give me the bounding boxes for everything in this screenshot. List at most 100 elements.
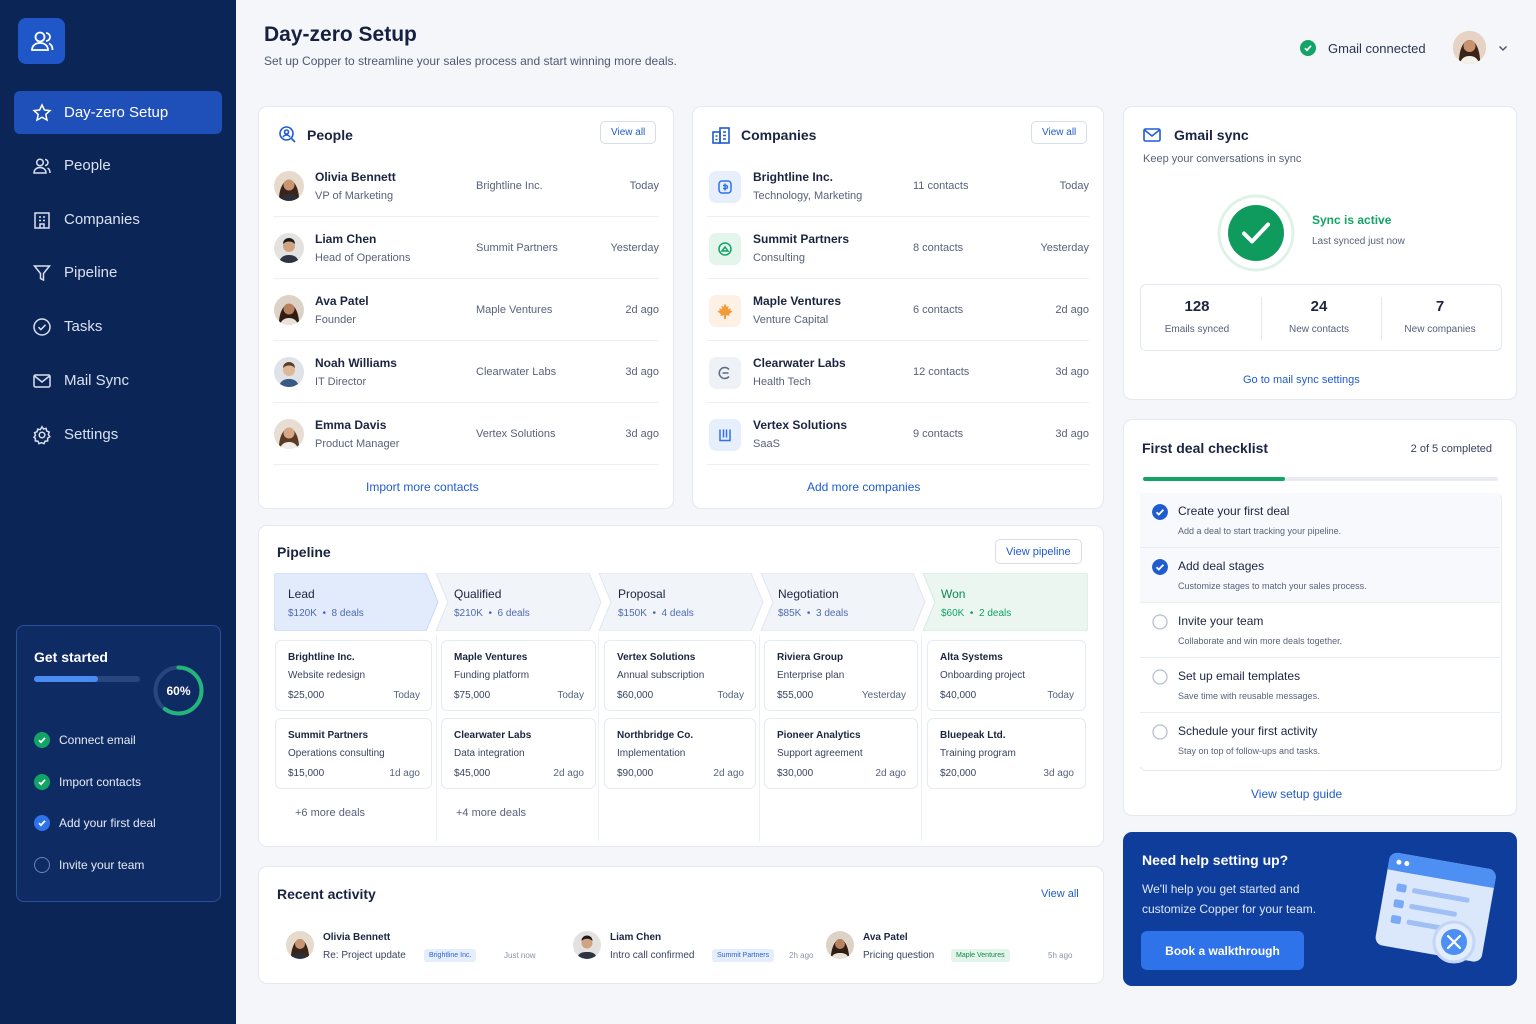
import-more-contacts-link[interactable]: Import more contacts [366,480,479,494]
deal-card[interactable]: Maple Ventures Funding platform $75,000 Tod… [441,640,596,711]
stage-negotiation[interactable]: Negotiation $85K • 3 deals [764,573,914,631]
deal-card[interactable]: Pioneer Analytics Support agreement $30,00… [764,718,918,789]
empty-circle-icon [1152,669,1168,685]
people-icon [33,157,51,174]
deal-card[interactable]: Alta Systems Onboarding project $40,000 Tod… [927,640,1086,711]
person-role: Head of Operations [315,252,411,264]
stage-lead[interactable]: Lead $120K • 8 deals [274,573,434,631]
stage-qualified[interactable]: Qualified $210K • 6 deals [440,573,590,631]
checklist-item[interactable]: Set up email templates Save time with re… [1140,658,1500,713]
deal-card[interactable]: Brightline Inc. Website redesign $25,000 To… [275,640,432,711]
view-pipeline-button[interactable]: View pipeline [995,539,1082,564]
empty-circle-icon [34,857,50,873]
stage-proposal[interactable]: Proposal $150K • 4 deals [604,573,754,631]
stage-value: $60K [941,608,965,619]
stat-value: 7 [1435,298,1445,315]
person-time: 3d ago [625,428,659,440]
activity-view-all-link[interactable]: View all [1041,888,1079,900]
person-row[interactable]: Liam Chen Head of Operations Summit Part… [273,217,659,279]
get-started-item[interactable]: Add your first deal [34,815,156,831]
sidebar-item-settings[interactable]: Settings [14,413,222,456]
deal-card[interactable]: Northbridge Co. Implementation $90,000 2d a… [604,718,756,789]
person-row[interactable]: Ava Patel Founder Maple Ventures 2d ago [273,279,659,341]
stage-deals: 2 deals [978,608,1012,619]
deal-desc: Website redesign [288,670,366,681]
deal-value: $30,000 [777,768,814,779]
deal-card[interactable]: Bluepeak Ltd. Training program $20,000 3d a… [927,718,1086,789]
stat-value: 24 [1310,298,1328,315]
stage-summary: $60K • 2 deals [941,608,1012,619]
more-deals-link[interactable]: +4 more deals [456,807,526,819]
stage-name: Proposal [618,587,666,601]
person-role: VP of Marketing [315,190,394,202]
view-setup-guide-link[interactable]: View setup guide [1251,787,1342,801]
deal-card[interactable]: Riviera Group Enterprise plan $55,000 Yeste… [764,640,918,711]
companies-view-all-button[interactable]: View all [1031,121,1088,144]
sidebar-item-pipeline[interactable]: Pipeline [14,251,222,294]
sidebar-item-companies[interactable]: Companies [14,198,222,241]
get-started-item-label: Connect email [59,733,136,747]
deal-value: $60,000 [617,690,654,701]
sidebar-item-tasks[interactable]: Tasks [14,305,222,348]
people-view-all-button[interactable]: View all [600,121,657,144]
check-icon [34,774,50,790]
app-logo[interactable] [18,18,65,64]
deal-card[interactable]: Clearwater Labs Data integration $45,000 2d… [441,718,596,789]
summit-logo-icon [709,233,741,265]
checklist-item[interactable]: Invite your team Collaborate and win mor… [1140,603,1500,658]
stage-name: Qualified [454,587,502,601]
sidebar-item-people[interactable]: People [14,144,222,187]
company-row[interactable]: Clearwater Labs Health Tech 12 contacts … [707,341,1089,403]
company-industry: SaaS [753,438,780,450]
checklist-item-desc: Stay on top of follow-ups and tasks. [1178,746,1321,756]
sync-check-circle-icon [1217,194,1295,272]
sidebar-item-mail-sync[interactable]: Mail Sync [14,359,222,402]
person-time: 2d ago [625,304,659,316]
checklist-item[interactable]: Create your first deal Add a deal to sta… [1140,493,1500,548]
get-started-progress-bar [34,676,140,682]
deal-time: Today [393,690,420,701]
more-deals-link[interactable]: +6 more deals [295,807,365,819]
company-name: Maple Ventures [753,294,842,308]
sync-status: Sync is active [1312,213,1392,227]
person-row[interactable]: Olivia Bennett VP of Marketing Brightlin… [273,155,659,217]
company-row[interactable]: Brightline Inc. Technology, Marketing 11… [707,155,1089,217]
deal-card[interactable]: Vertex Solutions Annual subscription $60,0… [604,640,756,711]
company-row[interactable]: Vertex Solutions SaaS 9 contacts 3d ago [707,403,1089,465]
page-subtitle: Set up Copper to streamline your sales p… [264,54,677,68]
gmail-connected-status[interactable]: Gmail connected [1300,40,1426,56]
deal-time: 2d ago [713,768,744,779]
company-row[interactable]: Summit Partners Consulting 8 contacts Ye… [707,217,1089,279]
checklist-item[interactable]: Schedule your first activity Stay on top… [1140,713,1500,767]
person-row[interactable]: Noah Williams IT Director Clearwater Lab… [273,341,659,403]
get-started-item[interactable]: Invite your team [34,857,144,873]
get-started-item[interactable]: Import contacts [34,774,141,790]
chevron-down-icon[interactable] [1497,42,1509,54]
activity-item[interactable]: Ava Patel Pricing question Maple Venture… [826,928,1078,966]
deal-time: Today [557,690,584,701]
deal-card[interactable]: Summit Partners Operations consulting $15,… [275,718,432,789]
stage-deals: 8 deals [331,608,364,619]
activity-item[interactable]: Olivia Bennett Re: Project update Bright… [286,928,546,966]
sidebar-item-day-zero-setup[interactable]: Day-zero Setup [14,91,222,134]
checklist-item[interactable]: Add deal stages Customize stages to matc… [1140,548,1500,603]
activity-item[interactable]: Liam Chen Intro call confirmed Summit Pa… [573,928,823,966]
person-row[interactable]: Emma Davis Product Manager Vertex Soluti… [273,403,659,465]
mail-sync-settings-link[interactable]: Go to mail sync settings [1243,374,1360,386]
book-walkthrough-button[interactable]: Book a walkthrough [1141,931,1304,970]
get-started-item-label: Import contacts [59,775,142,789]
recent-activity-card: Recent activity View all [258,866,1104,984]
companies-title-text: Companies [741,127,817,143]
check-circle-icon [33,317,51,336]
company-row[interactable]: Maple Ventures Venture Capital 6 contact… [707,279,1089,341]
deal-company: Riviera Group [777,652,844,663]
company-contacts: 12 contacts [913,366,970,378]
stage-value: $120K [288,608,317,619]
mail-icon [1143,128,1161,142]
get-started-item[interactable]: Connect email [34,732,136,748]
company-time: Yesterday [1040,242,1089,254]
stage-won[interactable]: Won $60K • 2 deals [927,573,1087,631]
deal-value: $40,000 [940,690,977,701]
user-avatar[interactable] [1453,31,1486,64]
add-more-companies-link[interactable]: Add more companies [807,480,920,494]
